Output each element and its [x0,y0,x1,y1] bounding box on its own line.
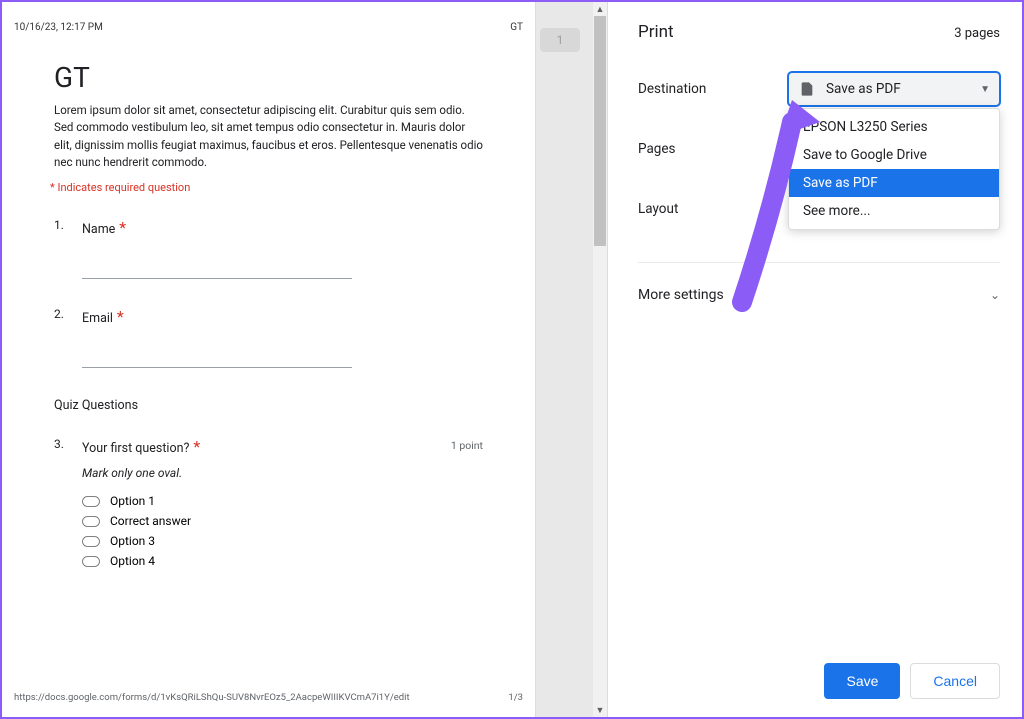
page-number-tab: 1 [540,28,580,52]
dropdown-option-save-pdf[interactable]: Save as PDF [789,169,999,197]
dropdown-option-epson[interactable]: EPSON L3250 Series [789,113,999,141]
option-row: Option 4 [82,554,483,568]
oval-icon [82,516,100,527]
header-date: 10/16/23, 12:17 PM [14,22,510,33]
question-label: Name [82,222,115,237]
section-header: Quiz Questions [54,398,483,413]
dialog-footer: Save Cancel [638,649,1000,699]
layout-label: Layout [638,201,788,217]
question-3: 3. Your first question? * 1 point Mark o… [54,437,483,574]
chevron-down-icon: ▼ [980,84,990,95]
question-label: Email [82,311,113,326]
destination-select[interactable]: Save as PDF ▼ [788,72,1000,106]
more-settings-toggle[interactable]: More settings ⌄ [638,279,1000,311]
option-label: Option 3 [110,534,155,548]
pages-label: Pages [638,141,788,157]
destination-dropdown: EPSON L3250 Series Save to Google Drive … [788,108,1000,230]
required-asterisk: * [117,307,124,326]
oval-icon [82,556,100,567]
more-settings-label: More settings [638,287,724,303]
chevron-down-icon: ⌄ [990,288,1000,302]
answer-line [82,344,352,368]
save-button[interactable]: Save [824,663,900,699]
doc-description: Lorem ipsum dolor sit amet, consectetur … [54,102,483,171]
question-instruction: Mark only one oval. [82,466,483,480]
answer-line [82,255,352,279]
destination-value: Save as PDF [826,81,901,97]
option-row: Option 3 [82,534,483,548]
page-count: 3 pages [954,26,1000,41]
dropdown-option-see-more[interactable]: See more... [789,197,999,225]
divider [638,262,1000,263]
option-label: Option 1 [110,494,155,508]
footer-url: https://docs.google.com/forms/d/1vKsQRiL… [14,692,508,703]
oval-icon [82,496,100,507]
cancel-button[interactable]: Cancel [910,663,1000,699]
print-settings-pane: Print 3 pages Destination Save as PDF ▼ … [607,2,1022,717]
dropdown-option-google-drive[interactable]: Save to Google Drive [789,141,999,169]
option-label: Option 4 [110,554,155,568]
page-footer: https://docs.google.com/forms/d/1vKsQRiL… [14,692,523,703]
question-number: 3. [54,437,68,574]
question-number: 1. [54,218,68,279]
preview-page: 10/16/23, 12:17 PM GT GT Lorem ipsum dol… [2,2,535,717]
pdf-icon [798,80,816,98]
required-asterisk: * [119,218,126,237]
page-header: 10/16/23, 12:17 PM GT [14,22,523,43]
print-preview-pane: 10/16/23, 12:17 PM GT GT Lorem ipsum dol… [2,2,607,717]
panel-title: Print [638,22,674,42]
scroll-up-icon[interactable]: ▲ [593,2,607,16]
required-asterisk: * [193,437,200,456]
option-row: Correct answer [82,514,483,528]
preview-gutter: 1 ▲ ▼ [535,2,607,717]
scroll-down-icon[interactable]: ▼ [593,703,607,717]
doc-title: GT [54,61,483,94]
scrollbar-track[interactable]: ▲ ▼ [593,2,607,717]
question-points: 1 point [451,439,483,452]
question-label: Your first question? [82,441,189,456]
question-2: 2. Email * [54,307,483,368]
oval-icon [82,536,100,547]
footer-page-number: 1/3 [508,692,523,703]
required-note: * Indicates required question [50,181,483,194]
destination-label: Destination [638,81,788,97]
question-1: 1. Name * [54,218,483,279]
header-title: GT [510,22,523,33]
option-label: Correct answer [110,514,191,528]
question-number: 2. [54,307,68,368]
scrollbar-thumb[interactable] [594,16,606,246]
option-row: Option 1 [82,494,483,508]
